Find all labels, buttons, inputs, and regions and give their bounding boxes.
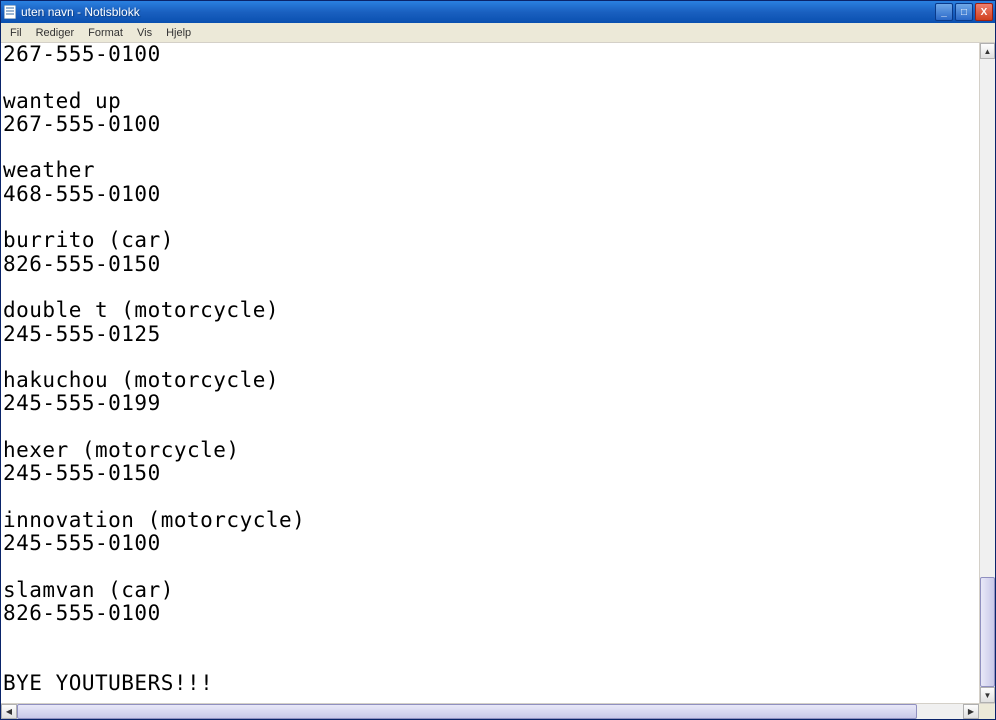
close-icon: X xyxy=(981,7,988,18)
client-area: 267-555-0100 wanted up 267-555-0100 weat… xyxy=(1,43,995,719)
vertical-scroll-track[interactable] xyxy=(980,59,995,687)
menu-fil[interactable]: Fil xyxy=(3,25,29,41)
menubar: Fil Rediger Format Vis Hjelp xyxy=(1,23,995,43)
scroll-right-button[interactable]: ▶ xyxy=(963,704,979,719)
vertical-scrollbar[interactable]: ▲ ▼ xyxy=(979,43,995,703)
chevron-left-icon: ◀ xyxy=(6,707,12,716)
menu-hjelp[interactable]: Hjelp xyxy=(159,25,198,41)
vertical-scroll-thumb[interactable] xyxy=(980,577,995,687)
chevron-right-icon: ▶ xyxy=(968,707,974,716)
notepad-window: uten navn - Notisblokk _ □ X Fil Rediger… xyxy=(0,0,996,720)
horizontal-scrollbar[interactable]: ◀ ▶ xyxy=(1,703,995,719)
window-title: uten navn - Notisblokk xyxy=(21,5,140,19)
window-controls: _ □ X xyxy=(935,3,995,21)
maximize-button[interactable]: □ xyxy=(955,3,973,21)
text-editor[interactable]: 267-555-0100 wanted up 267-555-0100 weat… xyxy=(1,43,979,703)
horizontal-scroll-thumb[interactable] xyxy=(17,704,917,719)
scroll-left-button[interactable]: ◀ xyxy=(1,704,17,719)
minimize-icon: _ xyxy=(941,7,947,18)
scroll-up-button[interactable]: ▲ xyxy=(980,43,995,59)
titlebar[interactable]: uten navn - Notisblokk _ □ X xyxy=(1,1,995,23)
minimize-button[interactable]: _ xyxy=(935,3,953,21)
chevron-up-icon: ▲ xyxy=(984,47,992,56)
horizontal-scroll-track[interactable] xyxy=(17,704,963,719)
maximize-icon: □ xyxy=(961,7,967,18)
menu-format[interactable]: Format xyxy=(81,25,130,41)
scroll-down-button[interactable]: ▼ xyxy=(980,687,995,703)
menu-vis[interactable]: Vis xyxy=(130,25,159,41)
close-button[interactable]: X xyxy=(975,3,993,21)
notepad-icon xyxy=(3,5,17,19)
scrollbar-corner xyxy=(979,704,995,719)
chevron-down-icon: ▼ xyxy=(984,691,992,700)
menu-rediger[interactable]: Rediger xyxy=(29,25,82,41)
